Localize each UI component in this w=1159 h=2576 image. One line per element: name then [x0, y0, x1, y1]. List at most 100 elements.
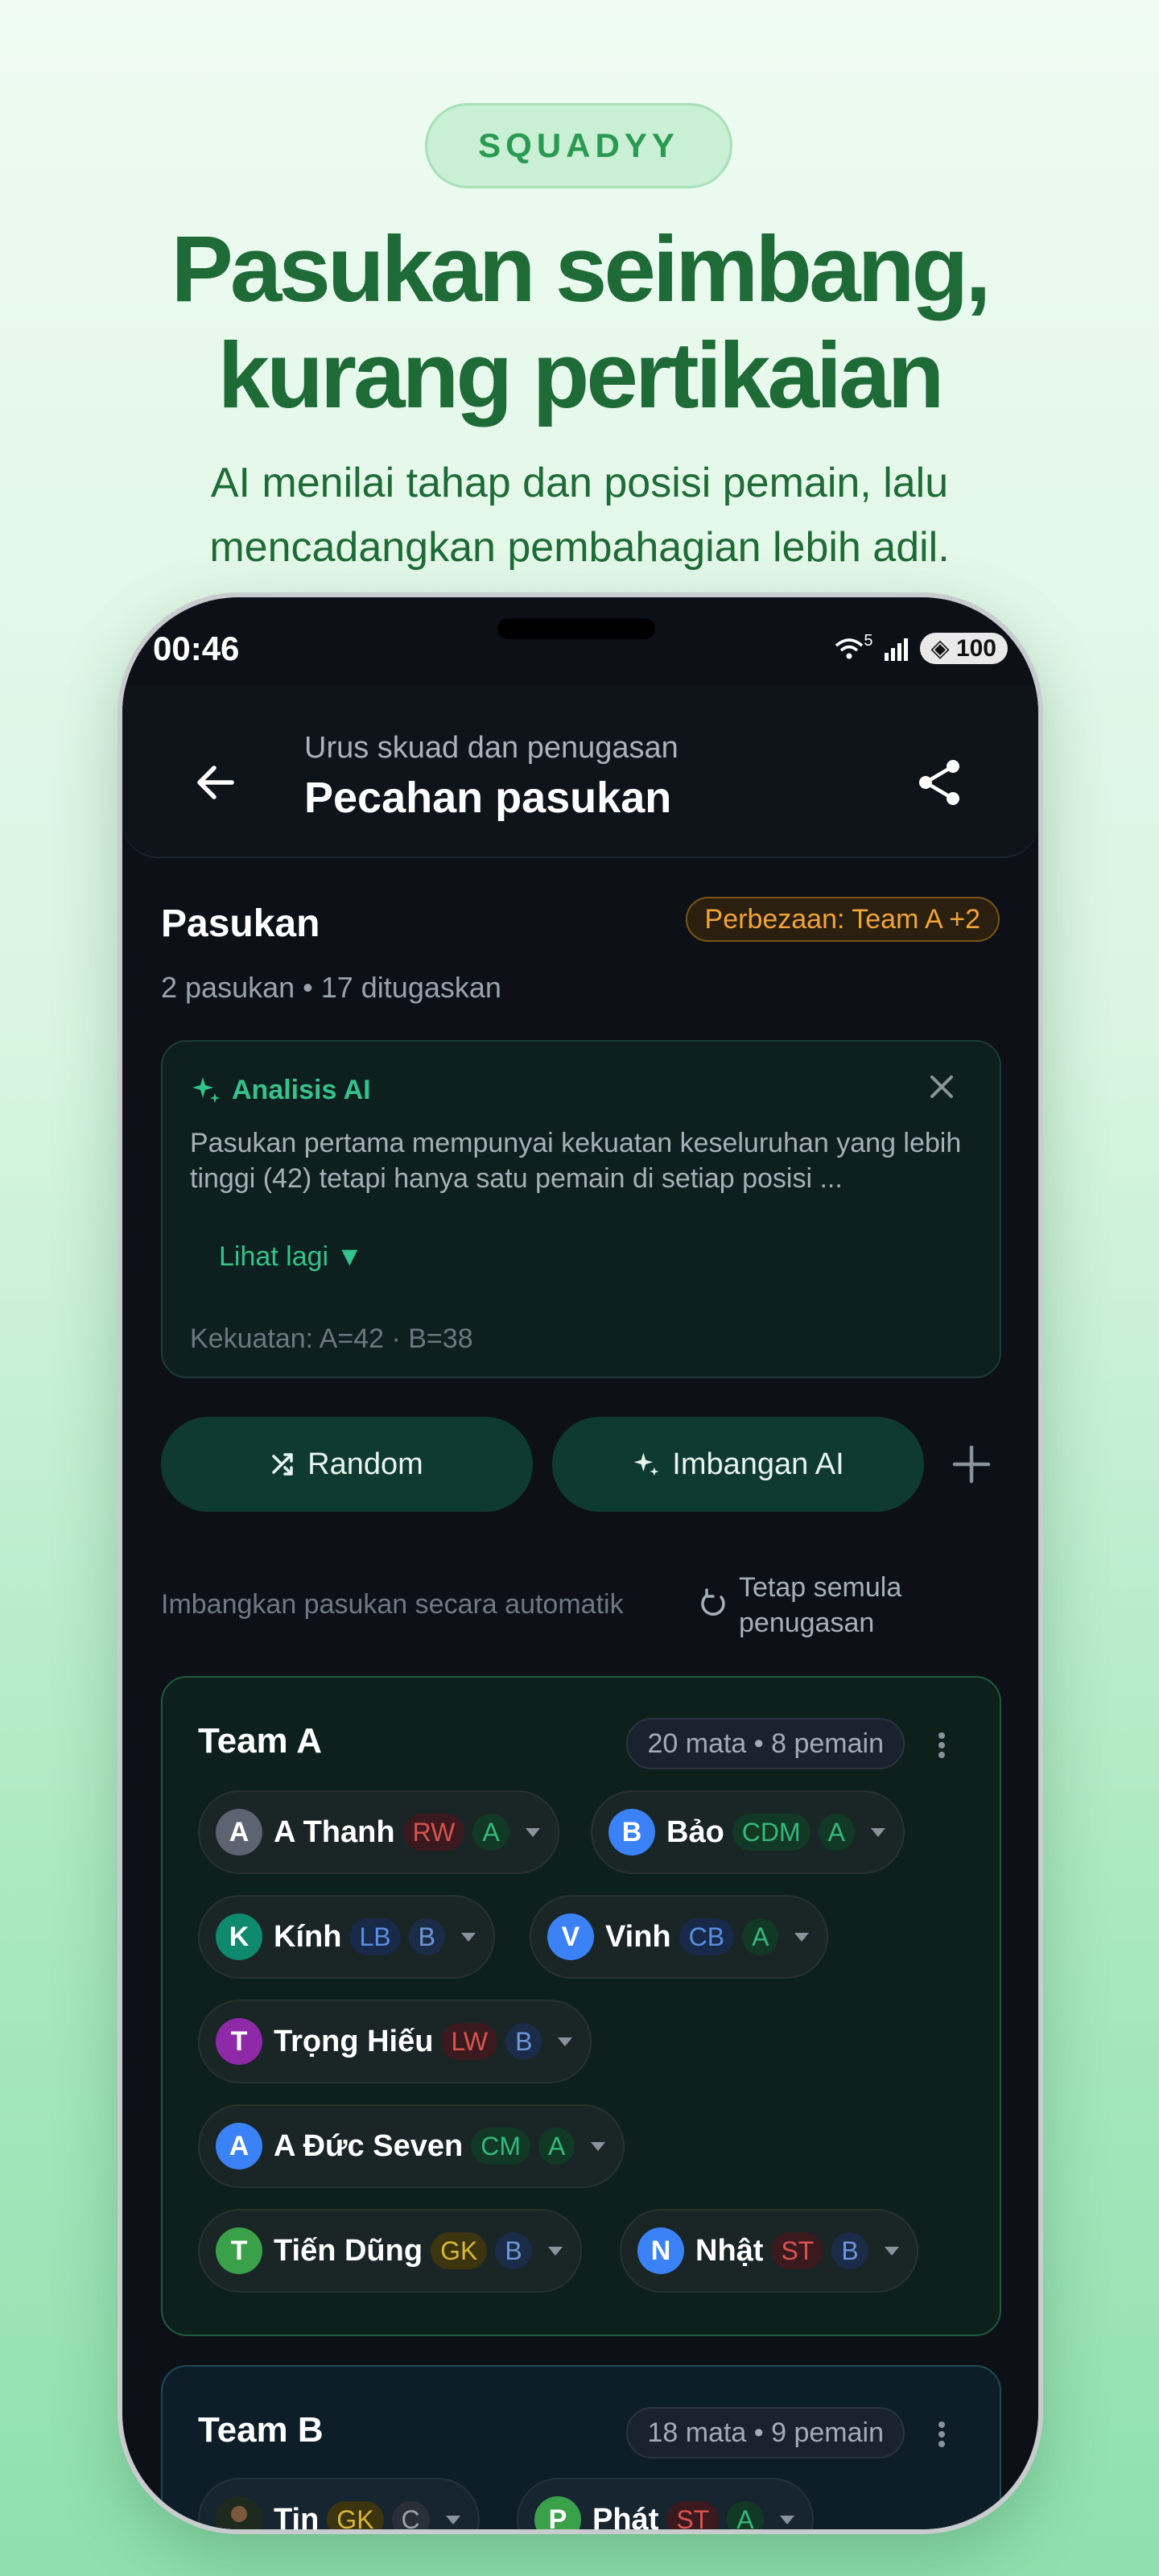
player-name: Tin: [274, 2502, 320, 2530]
level-tag: B: [408, 1918, 445, 1955]
player-name: A Đức Seven: [274, 2128, 464, 2163]
chevron-down-icon: [884, 2246, 899, 2256]
avatar: P: [534, 2496, 581, 2529]
player-chip[interactable]: P Phát ST A: [517, 2478, 814, 2529]
section-title: Pasukan: [161, 902, 320, 945]
see-more-link[interactable]: Lihat lagi ▼: [219, 1241, 363, 1273]
ai-analysis-title: Analisis AI: [232, 1074, 371, 1105]
shield-icon: ◈: [930, 635, 956, 662]
team-name: Team B: [198, 2410, 324, 2450]
auto-balance-text: Imbangkan pasukan secara automatik: [161, 1589, 624, 1620]
subheadline-line-1: AI menilai tahap dan posisi pemain, lalu: [210, 460, 949, 506]
difference-badge: Perbezaan: Team A +2: [685, 897, 1000, 942]
player-chip[interactable]: V Vinh CB A: [530, 1895, 829, 1979]
team-card: Team B 18 mata • 9 pemain Tin GK C P Phá…: [161, 2365, 1001, 2529]
more-vert-icon[interactable]: [937, 1731, 947, 1760]
team-stats-badge: 20 mata • 8 pemain: [626, 1718, 905, 1769]
reset-label-line-1: Tetap semula: [739, 1572, 902, 1603]
level-tag: C: [391, 2501, 430, 2529]
avatar: K: [216, 1913, 262, 1960]
wifi-badge: 5: [864, 632, 873, 650]
add-team-icon[interactable]: [951, 1444, 992, 1484]
subheadline: AI menilai tahap dan posisi pemain, lalu…: [0, 451, 1159, 580]
player-chip[interactable]: A A Đức Seven CM A: [198, 2104, 625, 2188]
position-tag: ST: [666, 2501, 720, 2529]
position-tag: CDM: [732, 1814, 810, 1851]
ai-balance-button[interactable]: Imbangan AI: [552, 1417, 924, 1512]
avatar: T: [216, 2227, 262, 2274]
wifi-icon: [835, 638, 864, 658]
shuffle-icon: [272, 1453, 293, 1476]
position-tag: CM: [471, 2128, 530, 2165]
avatar: B: [608, 1809, 655, 1856]
strength-summary: Kekuatan: A=42 · B=38: [190, 1323, 473, 1354]
avatar: A: [216, 1809, 262, 1856]
phone-frame: 00:46 5 ◈ 100 Urus skuad dan penugasan P…: [118, 592, 1043, 2534]
close-icon[interactable]: [926, 1071, 958, 1103]
status-time: 00:46: [153, 630, 240, 667]
level-tag: B: [831, 2232, 868, 2269]
player-chip[interactable]: N Nhật ST B: [620, 2209, 918, 2293]
more-vert-icon[interactable]: [937, 2420, 947, 2449]
camera-notch: [497, 618, 655, 639]
arrow-left-icon[interactable]: [192, 758, 240, 807]
player-name: A Thanh: [274, 1814, 395, 1849]
level-tag: A: [818, 1814, 856, 1851]
ai-analysis-card: Analisis AI Pasukan pertama mempunyai ke…: [161, 1040, 1001, 1378]
ai-analysis-header: Analisis AI: [190, 1074, 371, 1106]
headline-line-2: kurang pertikaian: [217, 323, 945, 427]
headline: Pasukan seimbang, kurang pertikaian: [0, 216, 1159, 428]
player-chip[interactable]: Tin GK C: [198, 2478, 480, 2529]
app-bar-subtitle: Urus skuad dan penugasan: [304, 731, 678, 765]
subheadline-line-2: mencadangkan pembahagian lebih adil.: [209, 524, 950, 571]
player-chip[interactable]: T Trọng Hiếu LW B: [198, 2000, 592, 2083]
avatar: N: [637, 2227, 684, 2274]
team-name: Team A: [198, 1721, 323, 1761]
avatar: A: [216, 2123, 262, 2169]
chevron-down-icon: [779, 2515, 794, 2524]
signal-icon: [884, 638, 908, 661]
player-name: Trọng Hiếu: [274, 2024, 434, 2058]
random-button[interactable]: Random: [161, 1417, 533, 1512]
player-name: Kính: [274, 1919, 342, 1954]
player-chip[interactable]: T Tiến Dũng GK B: [198, 2209, 582, 2293]
chevron-down-icon: [794, 1932, 810, 1942]
avatar: [216, 2496, 262, 2529]
battery-indicator: ◈ 100: [919, 633, 1008, 664]
status-bar: 00:46 5 ◈ 100: [122, 597, 1038, 686]
headline-line-1: Pasukan seimbang,: [171, 217, 991, 321]
level-tag: B: [495, 2232, 532, 2269]
page-title: Pecahan pasukan: [304, 774, 672, 822]
player-name: Phát: [592, 2502, 659, 2530]
player-chip[interactable]: K Kính LB B: [198, 1895, 495, 1979]
reset-assignment-label: Tetap semula penugasan: [739, 1570, 901, 1641]
chevron-down-icon: [547, 2246, 563, 2256]
level-tag: A: [472, 1814, 509, 1851]
sparkle-icon: [633, 1452, 659, 1476]
position-tag: LW: [441, 2023, 498, 2060]
player-chip[interactable]: A A Thanh RW A: [198, 1790, 559, 1874]
share-icon[interactable]: [914, 757, 966, 808]
app-bar: Urus skuad dan penugasan Pecahan pasukan: [122, 686, 1038, 858]
position-tag: LB: [349, 1918, 401, 1955]
player-photo-icon: [216, 2496, 262, 2529]
player-chip[interactable]: B Bảo CDM A: [591, 1790, 905, 1874]
avatar: T: [216, 2018, 262, 2065]
chevron-down-icon: [591, 2141, 606, 2151]
player-name: Tiến Dũng: [274, 2233, 423, 2268]
level-tag: A: [727, 2501, 764, 2529]
position-tag: GK: [431, 2232, 488, 2269]
level-tag: A: [538, 2128, 575, 2165]
reset-assignment-button[interactable]: Tetap semula penugasan: [697, 1570, 901, 1641]
level-tag: A: [742, 1918, 779, 1955]
position-tag: ST: [771, 2232, 824, 2269]
random-button-label: Random: [307, 1447, 423, 1481]
ai-balance-button-label: Imbangan AI: [672, 1447, 844, 1481]
ai-analysis-text: Pasukan pertama mempunyai kekuatan kesel…: [190, 1128, 962, 1194]
position-tag: CB: [678, 1918, 735, 1955]
section-meta: 2 pasukan • 17 ditugaskan: [161, 971, 501, 1004]
position-tag: RW: [402, 1814, 465, 1851]
chevron-down-icon: [525, 1827, 540, 1837]
player-name: Bảo: [666, 1814, 724, 1849]
chevron-down-icon: [871, 1827, 886, 1837]
